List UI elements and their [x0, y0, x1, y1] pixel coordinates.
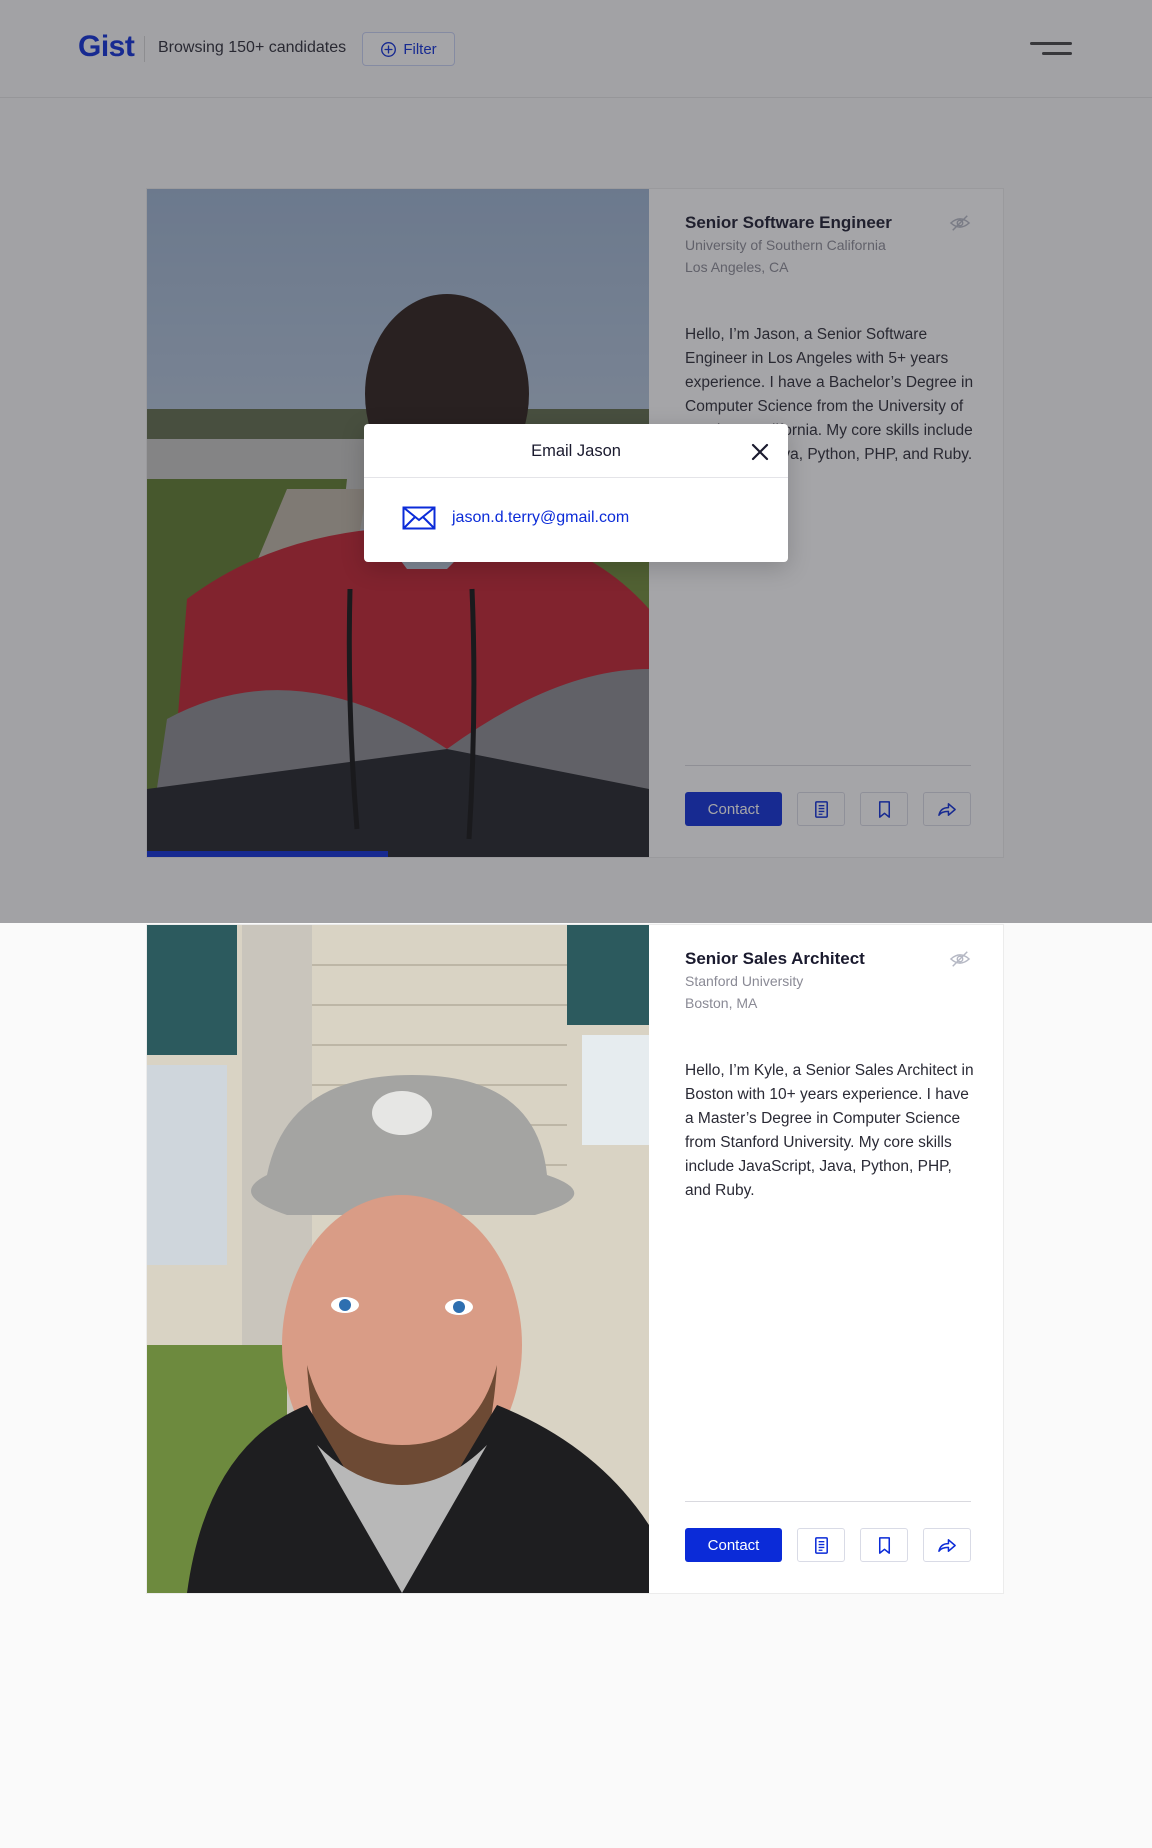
mail-icon — [402, 506, 436, 530]
card-actions: Contact — [685, 1528, 971, 1562]
email-modal: Email Jason jason.d.terry@gmail.com — [364, 424, 788, 562]
modal-header: Email Jason — [364, 424, 788, 478]
candidate-bio: Hello, I’m Kyle, a Senior Sales Architec… — [685, 1062, 974, 1199]
share-icon — [937, 1538, 956, 1552]
contact-button[interactable]: Contact — [685, 1528, 782, 1562]
school: Stanford University — [685, 973, 804, 989]
modal-body: jason.d.terry@gmail.com — [402, 506, 629, 530]
job-title: Senior Sales Architect — [685, 949, 865, 968]
divider — [685, 1501, 971, 1502]
candidate-photo — [147, 925, 649, 1593]
share-button[interactable] — [923, 1528, 971, 1562]
bookmark-button[interactable] — [860, 1528, 908, 1562]
candidate-info: Senior Sales Architect Stanford Universi… — [685, 925, 974, 1593]
email-link[interactable]: jason.d.terry@gmail.com — [452, 509, 629, 527]
modal-title: Email Jason — [531, 442, 621, 460]
resume-icon — [814, 1536, 828, 1554]
location: Boston, MA — [685, 995, 758, 1011]
close-icon[interactable] — [750, 442, 770, 462]
bookmark-icon — [878, 1536, 890, 1554]
candidate-card: Senior Sales Architect Stanford Universi… — [146, 924, 1004, 1594]
hide-eye-icon[interactable] — [949, 949, 971, 969]
resume-button[interactable] — [797, 1528, 845, 1562]
